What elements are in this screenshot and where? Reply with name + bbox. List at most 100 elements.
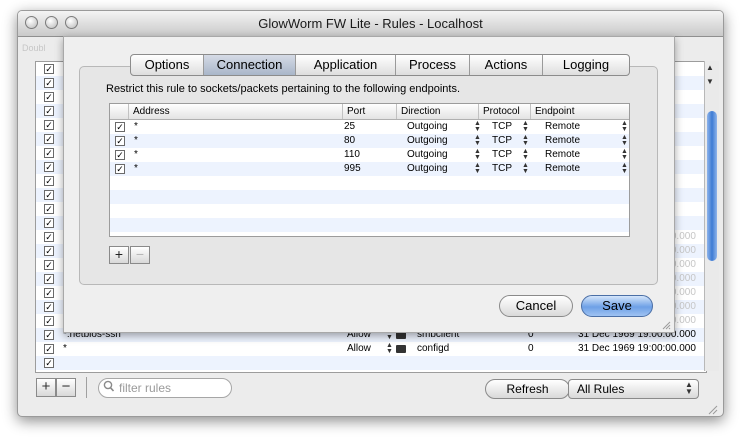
endpoint-direction[interactable]: Outgoing — [407, 148, 448, 162]
empty-row — [110, 218, 629, 232]
rule-enabled-checkbox[interactable]: ✓ — [44, 316, 54, 326]
up-down-arrows-icon[interactable]: ▲▼ — [621, 120, 628, 133]
empty-row — [110, 204, 629, 218]
endpoint-protocol[interactable]: TCP — [492, 162, 512, 176]
up-down-arrows-icon[interactable]: ▲▼ — [522, 120, 529, 133]
rule-enabled-checkbox[interactable]: ✓ — [44, 190, 54, 200]
up-down-arrows-icon[interactable]: ▲▼ — [621, 162, 628, 175]
tab-options[interactable]: Options — [131, 55, 204, 75]
endpoint-port[interactable]: 110 — [344, 148, 360, 162]
rule-enabled-checkbox[interactable]: ✓ — [44, 218, 54, 228]
rule-enabled-checkbox[interactable]: ✓ — [44, 274, 54, 284]
tab-process[interactable]: Process — [396, 55, 470, 75]
rule-row[interactable]: ✓ * Allow ▲ ▼ configd 0 31 Dec 1969 19:00:00.00… — [36, 342, 706, 356]
checkmark-icon: ✓ — [45, 232, 53, 242]
scroll-up-icon[interactable]: ▲ — [706, 63, 714, 72]
rule-row[interactable]: ✓ — [36, 356, 706, 370]
save-button[interactable]: Save — [581, 295, 653, 317]
application-icon — [396, 345, 406, 353]
rule-enabled-checkbox[interactable]: ✓ — [44, 92, 54, 102]
filter-rules-input[interactable]: filter rules — [98, 378, 232, 398]
endpoint-row[interactable]: ✓ * 110 Outgoing ▲ ▼ TCP ▲ ▼ Remote ▲ ▼ — [110, 148, 629, 162]
rule-enabled-checkbox[interactable]: ✓ — [44, 64, 54, 74]
endpoint-protocol[interactable]: TCP — [492, 120, 512, 134]
endpoint-endpoint[interactable]: Remote — [545, 162, 580, 176]
checkmark-icon: ✓ — [45, 134, 53, 144]
tab-application[interactable]: Application — [296, 55, 396, 75]
up-down-arrows-icon[interactable]: ▲▼ — [621, 148, 628, 161]
up-down-arrows-icon[interactable]: ▲▼ — [386, 342, 393, 355]
checkmark-icon: ✓ — [116, 164, 124, 174]
column-header-endpoint[interactable]: Endpoint — [530, 104, 629, 119]
rule-enabled-checkbox[interactable]: ✓ — [44, 148, 54, 158]
cancel-button[interactable]: Cancel — [499, 295, 573, 317]
up-down-arrows-icon[interactable]: ▲▼ — [621, 134, 628, 147]
rule-enabled-checkbox[interactable]: ✓ — [44, 358, 54, 368]
rule-enabled-checkbox[interactable]: ✓ — [44, 288, 54, 298]
rule-enabled-checkbox[interactable]: ✓ — [44, 176, 54, 186]
up-down-arrows-icon[interactable]: ▲▼ — [522, 162, 529, 175]
rule-enabled-checkbox[interactable]: ✓ — [44, 330, 54, 340]
remove-rule-button[interactable]: − — [56, 378, 76, 397]
endpoint-row[interactable]: ✓ * 25 Outgoing ▲ ▼ TCP ▲ ▼ Remote ▲ ▼ — [110, 120, 629, 134]
endpoint-direction[interactable]: Outgoing — [407, 162, 448, 176]
endpoint-protocol[interactable]: TCP — [492, 134, 512, 148]
column-header-address[interactable]: Address — [128, 104, 342, 119]
rule-enabled-checkbox[interactable]: ✓ — [44, 302, 54, 312]
view-filter-select[interactable]: All Rules ▲ ▼ — [568, 379, 699, 399]
add-endpoint-button[interactable]: + — [109, 246, 129, 264]
endpoint-enabled-checkbox[interactable]: ✓ — [115, 164, 125, 174]
scroll-down-icon[interactable]: ▼ — [706, 77, 714, 86]
column-header-port[interactable]: Port — [342, 104, 396, 119]
endpoint-address[interactable]: * — [134, 162, 138, 176]
up-down-arrows-icon[interactable]: ▲▼ — [522, 134, 529, 147]
rule-enabled-checkbox[interactable]: ✓ — [44, 344, 54, 354]
up-down-arrows-icon[interactable]: ▲▼ — [474, 134, 481, 147]
endpoint-enabled-checkbox[interactable]: ✓ — [115, 136, 125, 146]
column-header-protocol[interactable]: Protocol — [478, 104, 530, 119]
rule-enabled-checkbox[interactable]: ✓ — [44, 246, 54, 256]
rule-enabled-checkbox[interactable]: ✓ — [44, 120, 54, 130]
endpoint-row[interactable]: ✓ * 80 Outgoing ▲ ▼ TCP ▲ ▼ Remote ▲ ▼ — [110, 134, 629, 148]
endpoint-enabled-checkbox[interactable]: ✓ — [115, 122, 125, 132]
scroll-thumb[interactable] — [707, 111, 717, 261]
rules-table-scrollbar[interactable]: ▲ ▼ — [704, 61, 719, 371]
rule-enabled-checkbox[interactable]: ✓ — [44, 232, 54, 242]
tab-logging[interactable]: Logging — [543, 55, 629, 75]
window-resize-grip-icon[interactable] — [706, 403, 718, 415]
up-down-arrows-icon[interactable]: ▲▼ — [474, 120, 481, 133]
column-header-direction[interactable]: Direction — [396, 104, 478, 119]
rule-enabled-checkbox[interactable]: ✓ — [44, 106, 54, 116]
endpoint-endpoint[interactable]: Remote — [545, 134, 580, 148]
rule-enabled-checkbox[interactable]: ✓ — [44, 162, 54, 172]
endpoint-port[interactable]: 25 — [344, 120, 355, 134]
endpoint-row[interactable]: ✓ * 995 Outgoing ▲ ▼ TCP ▲ ▼ Remote ▲ ▼ — [110, 162, 629, 176]
rule-enabled-checkbox[interactable]: ✓ — [44, 204, 54, 214]
endpoint-endpoint[interactable]: Remote — [545, 120, 580, 134]
endpoint-port[interactable]: 80 — [344, 134, 355, 148]
add-rule-button[interactable]: + — [36, 378, 56, 397]
checkmark-icon: ✓ — [45, 120, 53, 130]
tab-actions[interactable]: Actions — [470, 55, 543, 75]
tab-connection[interactable]: Connection — [204, 55, 296, 75]
endpoint-address[interactable]: * — [134, 148, 138, 162]
sheet-resize-grip-icon[interactable] — [661, 320, 671, 330]
rule-enabled-checkbox[interactable]: ✓ — [44, 134, 54, 144]
endpoint-address[interactable]: * — [134, 120, 138, 134]
endpoint-port[interactable]: 995 — [344, 162, 361, 176]
endpoint-enabled-checkbox[interactable]: ✓ — [115, 150, 125, 160]
up-down-arrows-icon[interactable]: ▲▼ — [522, 148, 529, 161]
endpoint-address[interactable]: * — [134, 134, 138, 148]
rule-enabled-checkbox[interactable]: ✓ — [44, 260, 54, 270]
checkmark-icon: ✓ — [45, 106, 53, 116]
refresh-button[interactable]: Refresh — [485, 379, 570, 399]
up-down-arrows-icon[interactable]: ▲▼ — [474, 162, 481, 175]
endpoint-protocol[interactable]: TCP — [492, 148, 512, 162]
up-down-arrows-icon[interactable]: ▲▼ — [474, 148, 481, 161]
endpoint-direction[interactable]: Outgoing — [407, 120, 448, 134]
endpoint-endpoint[interactable]: Remote — [545, 148, 580, 162]
remove-endpoint-button[interactable]: − — [130, 246, 150, 264]
endpoint-direction[interactable]: Outgoing — [407, 134, 448, 148]
rule-enabled-checkbox[interactable]: ✓ — [44, 78, 54, 88]
rule-action[interactable]: Allow — [347, 342, 371, 356]
